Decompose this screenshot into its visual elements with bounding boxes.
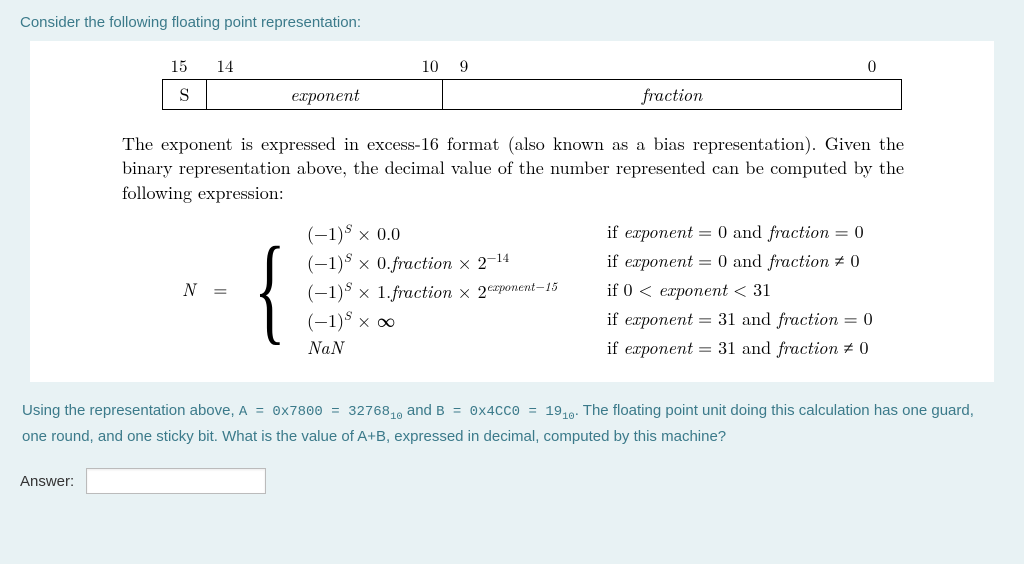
case-cond: if exponent = 0 and fraction ≠ 0 [607, 248, 860, 275]
formula-lhs: N [182, 277, 195, 302]
case-row: (−1)S × 0.0 if exponent = 0 and fraction… [307, 219, 873, 246]
bit-field-table: S exponent fraction [162, 79, 902, 110]
field-fraction: fraction [443, 80, 901, 109]
case-expr: (−1)S × 0.0 [307, 219, 607, 246]
bit-index-row: 15 14 10 9 0 [162, 53, 904, 77]
formula-block: N = { (−1)S × 0.0 if exponent = 0 and fr… [182, 219, 904, 360]
brace-icon: { [254, 235, 286, 343]
field-exponent: exponent [207, 80, 443, 109]
case-cond: if 0 < exponent < 31 [607, 277, 771, 304]
case-row: (−1)S × 0.fraction × 2−14 if exponent = … [307, 248, 873, 275]
answer-label: Answer: [20, 473, 74, 490]
answer-row: Answer: [20, 468, 1004, 494]
case-row: (−1)S × 1.fraction × 2exponent−15 if 0 <… [307, 277, 873, 304]
case-expr: (−1)S × 1.fraction × 2exponent−15 [307, 277, 607, 304]
bit-label-14: 14 [202, 53, 242, 77]
case-expr: NaN [307, 335, 607, 360]
bit-label-15: 15 [162, 53, 202, 77]
question-text: Using the representation above, A = 0x78… [22, 400, 1002, 448]
bit-label-0: 0 [857, 53, 887, 77]
answer-input[interactable] [86, 468, 266, 494]
explanation-paragraph: The exponent is expressed in excess-16 f… [122, 132, 904, 205]
case-expr: (−1)S × 0.fraction × 2−14 [307, 248, 607, 275]
case-cond: if exponent = 31 and fraction = 0 [607, 306, 873, 333]
prompt-text: Consider the following floating point re… [20, 14, 1004, 31]
definition-box: 15 14 10 9 0 S exponent fraction The exp… [30, 41, 994, 382]
case-expr: (−1)S × ∞ [307, 306, 607, 333]
page-root: Consider the following floating point re… [0, 0, 1024, 564]
field-sign: S [163, 80, 207, 109]
bit-label-9: 9 [447, 53, 477, 77]
case-cond: if exponent = 31 and fraction ≠ 0 [607, 335, 869, 360]
formula-cases: (−1)S × 0.0 if exponent = 0 and fraction… [307, 219, 873, 360]
bit-label-10: 10 [417, 53, 447, 77]
case-row: (−1)S × ∞ if exponent = 31 and fraction … [307, 306, 873, 333]
formula-eq: = [213, 277, 227, 302]
case-cond: if exponent = 0 and fraction = 0 [607, 219, 864, 246]
case-row: NaN if exponent = 31 and fraction ≠ 0 [307, 335, 873, 360]
